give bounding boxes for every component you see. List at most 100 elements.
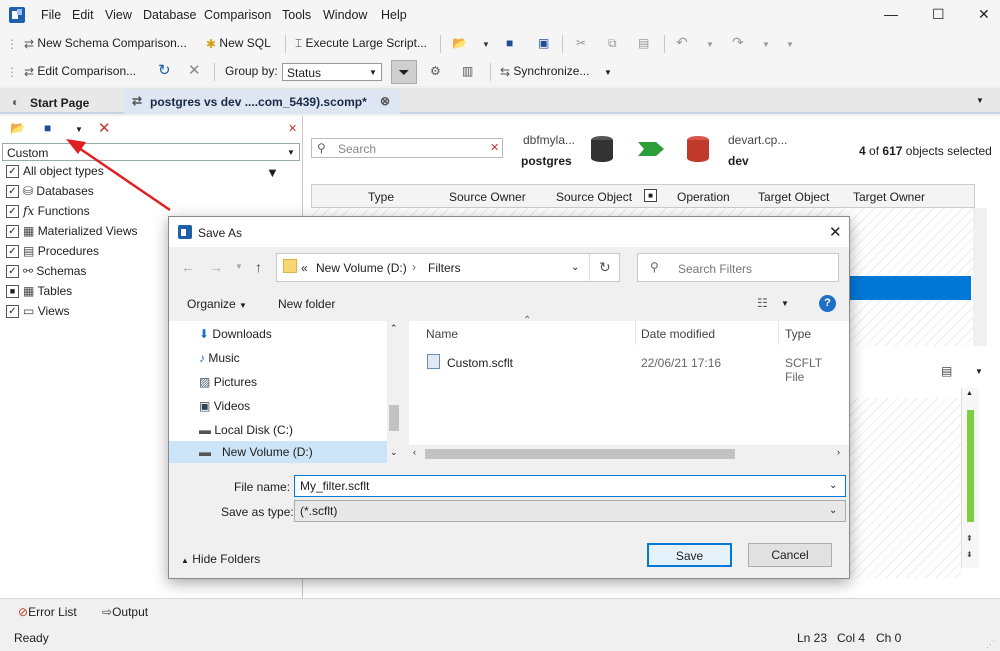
scroll-up-icon[interactable]: ⌃ — [390, 323, 398, 334]
toolbar-overflow-icon[interactable]: ▼ — [786, 40, 794, 49]
menu-database[interactable]: Database — [143, 8, 197, 22]
nav-item-downloads[interactable]: ⬇ Downloads — [199, 327, 272, 341]
search-input[interactable]: ⚲ Search ✕ — [311, 138, 503, 158]
address-history-icon[interactable]: ⌄ — [571, 262, 579, 273]
close-panel-icon[interactable]: ✕ — [288, 122, 297, 135]
refresh-icon[interactable]: ↻ — [158, 61, 171, 79]
filter-settings-icon[interactable]: ⚙ — [430, 64, 441, 78]
open-filter-icon[interactable]: 📂 — [10, 121, 25, 135]
nav-item-local-disk[interactable]: ▬ Local Disk (C:) — [199, 423, 293, 437]
new-sql-button[interactable]: ✱ New SQL — [206, 36, 271, 51]
tree-item-databases[interactable]: ✓ ⛁ Databases — [6, 184, 94, 202]
column-target-object[interactable]: Target Object — [758, 190, 829, 204]
tab-list-dropdown-icon[interactable]: ▼ — [976, 96, 984, 105]
redo-icon[interactable]: ↷ — [732, 34, 744, 51]
redo-dropdown-icon[interactable]: ▼ — [762, 40, 770, 49]
close-dialog-icon[interactable]: ✕ — [829, 223, 842, 241]
up-icon[interactable]: ↑ — [255, 259, 262, 275]
file-list-hscrollbar[interactable]: ‹ › — [409, 445, 849, 463]
clear-search-icon[interactable]: ✕ — [490, 141, 499, 154]
address-overflow[interactable]: « — [301, 261, 308, 275]
address-segment-folder[interactable]: Filters — [428, 261, 461, 275]
tree-item-functions[interactable]: ✓ fx Functions — [6, 204, 90, 222]
cancel-button[interactable]: Cancel — [748, 543, 832, 567]
maximize-icon[interactable]: ☐ — [932, 6, 945, 23]
save-all-icon[interactable]: ▣ — [538, 36, 549, 50]
menu-comparison[interactable]: Comparison — [204, 8, 271, 22]
resize-grip-icon[interactable]: ⋰ — [986, 639, 995, 650]
nav-item-pictures[interactable]: ▨ Pictures — [199, 375, 257, 389]
view-options-icon[interactable]: ☷ — [757, 296, 768, 310]
filter-toggle-button[interactable]: ⏷ — [391, 60, 417, 84]
select-all-checkbox[interactable]: ■ — [644, 189, 657, 202]
menu-window[interactable]: Window — [323, 8, 367, 22]
nav-scrollbar[interactable]: ⌃ ⌄ — [387, 321, 401, 463]
refresh-icon[interactable]: ↻ — [599, 259, 611, 276]
tree-item-procedures[interactable]: ✓ ▤ Procedures — [6, 244, 99, 262]
scroll-next-diff-icon[interactable]: ⇟ — [966, 550, 973, 559]
new-schema-comparison-button[interactable]: ⇄ New Schema Comparison... — [24, 36, 187, 51]
grid-scrollbar[interactable] — [973, 208, 987, 346]
menu-help[interactable]: Help — [381, 8, 407, 22]
layout-dropdown-icon[interactable]: ▼ — [975, 367, 983, 376]
column-date-modified[interactable]: Date modified — [641, 327, 715, 341]
paste-icon[interactable]: ▤ — [638, 36, 649, 50]
execute-large-script-button[interactable]: ⌶ Execute Large Script... — [295, 36, 427, 51]
checkbox[interactable]: ✓ — [6, 185, 19, 199]
edit-comparison-button[interactable]: ⇄ Edit Comparison... — [24, 64, 136, 79]
text-scrollbar[interactable]: ▲ ⇞ ⇟ — [961, 388, 979, 568]
column-type[interactable]: Type — [785, 327, 811, 341]
minimize-icon[interactable]: — — [884, 6, 898, 22]
scroll-right-icon[interactable]: › — [837, 447, 840, 457]
delete-filter-icon[interactable]: ✕ — [98, 119, 111, 137]
save-filter-icon[interactable]: ■ — [44, 121, 51, 135]
output-tab[interactable]: ⇨Output — [102, 605, 148, 619]
tree-item-materialized-views[interactable]: ✓ ▦ Materialized Views — [6, 224, 138, 242]
organize-button[interactable]: Organize ▼ — [187, 297, 247, 311]
error-list-tab[interactable]: ⊘Error List — [18, 605, 77, 619]
scroll-prev-diff-icon[interactable]: ⇞ — [966, 534, 973, 543]
report-icon[interactable]: ▥ — [462, 64, 473, 78]
synchronize-dropdown-icon[interactable]: ▼ — [604, 68, 612, 77]
tab-start-page[interactable]: ◐ Start Page — [4, 90, 122, 114]
copy-icon[interactable]: ⧉ — [608, 36, 617, 51]
group-by-select[interactable]: Status ▼ — [282, 63, 382, 81]
menu-view[interactable]: View — [105, 8, 132, 22]
checkbox[interactable]: ✓ — [6, 305, 19, 319]
new-folder-button[interactable]: New folder — [278, 297, 335, 311]
tree-item-views[interactable]: ✓ ▭ Views — [6, 304, 69, 322]
filter-icon[interactable]: ▼ — [266, 165, 279, 180]
menu-file[interactable]: File — [41, 8, 61, 22]
menu-tools[interactable]: Tools — [282, 8, 311, 22]
selected-grid-row[interactable] — [849, 276, 971, 300]
save-icon[interactable]: ■ — [506, 36, 513, 50]
checkbox[interactable]: ✓ — [6, 265, 19, 279]
column-target-owner[interactable]: Target Owner — [853, 190, 925, 204]
checkbox[interactable]: ■ — [6, 285, 19, 299]
hide-folders-toggle[interactable]: ▲ Hide Folders — [181, 552, 260, 566]
chevron-down-icon[interactable]: ⌄ — [829, 480, 837, 491]
layout-icon[interactable]: ▤ — [941, 364, 952, 378]
checkbox[interactable]: ✓ — [6, 165, 19, 179]
address-bar[interactable]: « New Volume (D:) › Filters ⌄ ↻ — [276, 253, 620, 282]
nav-item-videos[interactable]: ▣ Videos — [199, 399, 250, 413]
close-window-icon[interactable]: ✕ — [978, 6, 990, 23]
file-row[interactable]: Custom.scflt 22/06/21 17:16 SCFLT File — [423, 353, 843, 384]
scroll-down-icon[interactable]: ⌄ — [390, 447, 398, 458]
scroll-left-icon[interactable]: ‹ — [413, 447, 416, 457]
scroll-thumb[interactable] — [389, 405, 399, 431]
text-compare-area[interactable] — [849, 398, 961, 578]
help-icon[interactable]: ? — [819, 295, 836, 312]
stop-icon[interactable]: ✕ — [188, 61, 201, 79]
save-button[interactable]: Save — [647, 543, 732, 567]
synchronize-button[interactable]: ⇆ Synchronize... — [500, 64, 589, 79]
address-segment-volume[interactable]: New Volume (D:) — [316, 261, 407, 275]
forward-icon[interactable]: → — [209, 259, 223, 275]
cut-icon[interactable]: ✂ — [576, 36, 586, 50]
column-type[interactable]: Type — [368, 190, 394, 204]
menu-edit[interactable]: Edit — [72, 8, 94, 22]
column-name[interactable]: Name — [426, 327, 458, 341]
open-dropdown-icon[interactable]: ▼ — [482, 40, 490, 49]
column-operation[interactable]: Operation — [677, 190, 730, 204]
undo-dropdown-icon[interactable]: ▼ — [706, 40, 714, 49]
